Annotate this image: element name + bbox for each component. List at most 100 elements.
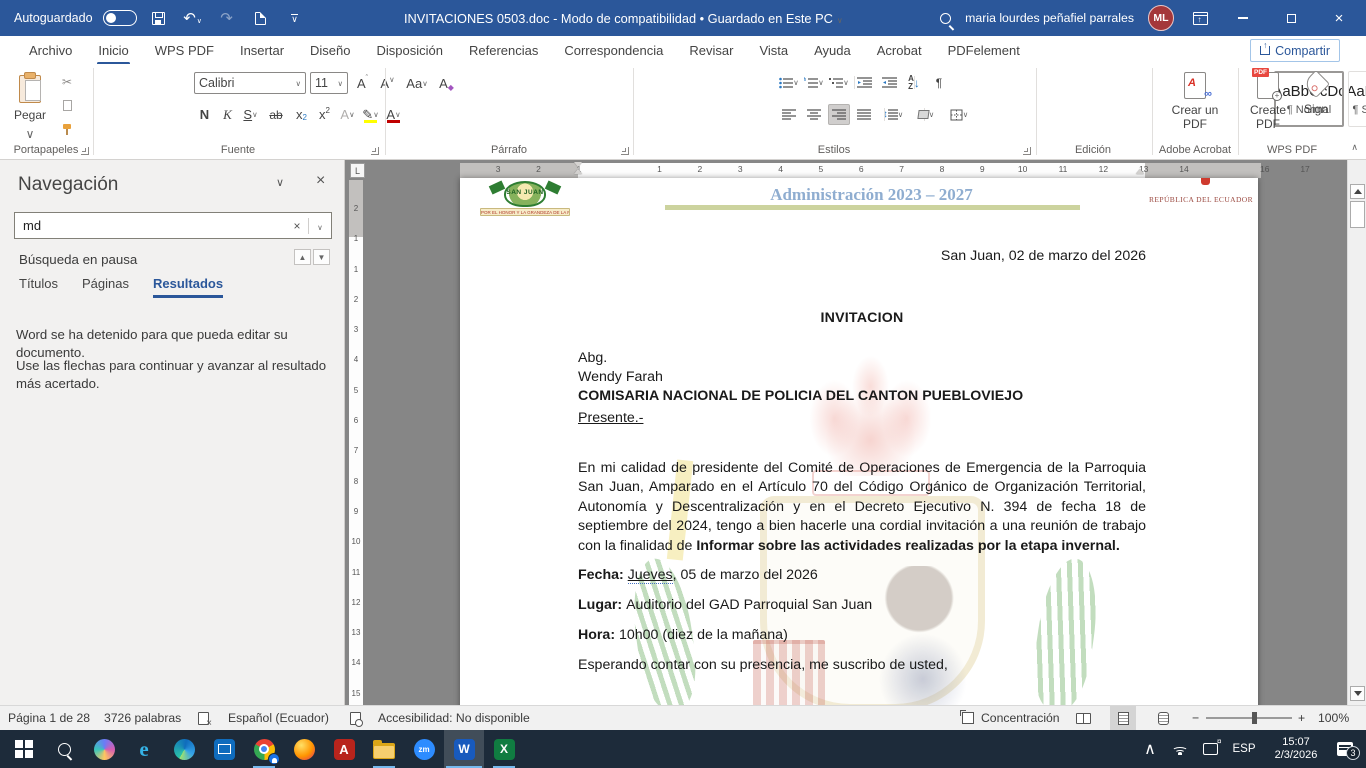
subscript-button[interactable]: x2 bbox=[291, 104, 312, 125]
tab-pdfelement[interactable]: PDFelement bbox=[935, 38, 1033, 63]
tab-diseno[interactable]: Diseño bbox=[297, 38, 363, 63]
superscript-button[interactable]: x2 bbox=[314, 104, 335, 125]
strikethrough-button[interactable]: ab bbox=[263, 104, 289, 125]
tab-insertar[interactable]: Insertar bbox=[227, 38, 297, 63]
zoom-in-button[interactable]: + bbox=[1298, 706, 1305, 730]
language-status[interactable]: Español (Ecuador) bbox=[228, 706, 329, 730]
vertical-scrollbar[interactable] bbox=[1347, 160, 1366, 705]
taskbar-excel[interactable]: X bbox=[484, 730, 524, 768]
vertical-ruler[interactable]: 2112345678910111213141516 bbox=[349, 180, 363, 705]
undo-button[interactable]: ↶∨ bbox=[181, 6, 205, 30]
document-title[interactable]: INVITACIONES 0503.doc - Modo de compatib… bbox=[307, 11, 941, 26]
grow-font-button[interactable]: Aˆ bbox=[352, 73, 373, 94]
taskbar-zoom[interactable]: zm bbox=[404, 730, 444, 768]
snip-tool-icon[interactable] bbox=[1196, 730, 1224, 768]
tab-wps-pdf[interactable]: WPS PDF bbox=[142, 38, 227, 63]
tab-correspondencia[interactable]: Correspondencia bbox=[551, 38, 676, 63]
highlight-button[interactable]: ✎∨ bbox=[360, 104, 381, 125]
tab-referencias[interactable]: Referencias bbox=[456, 38, 551, 63]
share-button[interactable]: Compartir bbox=[1250, 39, 1340, 62]
clock[interactable]: 15:072/3/2026 bbox=[1264, 730, 1328, 768]
underline-button[interactable]: S∨ bbox=[240, 104, 261, 125]
zoom-slider-thumb[interactable] bbox=[1252, 712, 1257, 724]
zoom-slider[interactable] bbox=[1206, 717, 1292, 719]
italic-button[interactable]: K bbox=[217, 104, 238, 125]
scrollbar-thumb[interactable] bbox=[1350, 201, 1365, 228]
new-document-button[interactable] bbox=[249, 6, 273, 30]
taskbar-search-button[interactable] bbox=[44, 730, 84, 768]
previous-result-button[interactable]: ▲ bbox=[294, 249, 311, 265]
taskbar-word[interactable]: W bbox=[444, 730, 484, 768]
web-layout-button[interactable] bbox=[1150, 706, 1176, 730]
taskbar-start-button[interactable] bbox=[4, 730, 44, 768]
style-sin-espaciado[interactable]: AaBbCcDc ¶ Sin espa... bbox=[1348, 71, 1366, 127]
minimize-button[interactable] bbox=[1226, 0, 1260, 36]
nav-tab-paginas[interactable]: Páginas bbox=[82, 276, 129, 298]
taskbar-internet-explorer[interactable]: e bbox=[124, 730, 164, 768]
nav-close-button[interactable]: × bbox=[316, 172, 325, 190]
nav-search-input[interactable] bbox=[15, 218, 286, 233]
page-info[interactable]: Página 1 de 28 bbox=[8, 706, 90, 730]
notification-center-button[interactable]: 3 bbox=[1330, 730, 1360, 768]
right-indent-marker[interactable] bbox=[1136, 169, 1144, 174]
tab-acrobat[interactable]: Acrobat bbox=[864, 38, 935, 63]
zoom-out-button[interactable]: − bbox=[1192, 706, 1199, 730]
language-indicator[interactable]: ESP bbox=[1226, 730, 1262, 768]
format-painter-button[interactable] bbox=[56, 120, 78, 139]
wps-sign-button[interactable]: Sign bbox=[1293, 74, 1339, 116]
taskbar-firefox[interactable] bbox=[284, 730, 324, 768]
paragraph-dialog-launcher[interactable] bbox=[621, 147, 629, 155]
ribbon-display-options-button[interactable] bbox=[1188, 6, 1212, 30]
copy-button[interactable] bbox=[56, 96, 78, 115]
create-pdf-button[interactable]: A∞ Crear un PDF bbox=[1166, 72, 1224, 131]
nav-collapse-button[interactable]: ∨ bbox=[276, 176, 284, 189]
accessibility-status[interactable]: Accesibilidad: No disponible bbox=[378, 706, 530, 730]
scroll-up-button[interactable] bbox=[1350, 184, 1365, 199]
editor-icon[interactable] bbox=[350, 706, 361, 730]
restore-button[interactable] bbox=[1274, 0, 1308, 36]
close-button[interactable]: × bbox=[1322, 0, 1356, 36]
read-mode-button[interactable] bbox=[1070, 706, 1096, 730]
paste-button[interactable]: Pegar ∨ bbox=[8, 70, 52, 148]
zoom-level[interactable]: 100% bbox=[1318, 706, 1349, 730]
autosave-toggle[interactable] bbox=[103, 10, 137, 26]
avatar[interactable]: ML bbox=[1148, 5, 1174, 31]
tab-inicio[interactable]: Inicio bbox=[85, 38, 141, 63]
nav-search-options-button[interactable]: ∨ bbox=[309, 219, 331, 233]
tab-vista[interactable]: Vista bbox=[746, 38, 801, 63]
quick-access-menu-button[interactable]: ∨ bbox=[283, 6, 307, 30]
scroll-down-button[interactable] bbox=[1350, 686, 1365, 701]
tab-archivo[interactable]: Archivo bbox=[16, 38, 85, 63]
taskbar-edge[interactable] bbox=[164, 730, 204, 768]
tab-revisar[interactable]: Revisar bbox=[676, 38, 746, 63]
hanging-indent-marker[interactable] bbox=[574, 169, 582, 174]
wifi-icon[interactable] bbox=[1166, 730, 1194, 768]
font-size-select[interactable]: 11∨ bbox=[310, 72, 348, 94]
focus-mode-button[interactable]: Concentración bbox=[962, 706, 1060, 730]
save-button[interactable] bbox=[147, 6, 171, 30]
taskbar-chrome[interactable] bbox=[244, 730, 284, 768]
first-line-indent-marker[interactable] bbox=[574, 162, 582, 167]
tray-expand-button[interactable]: ∧ bbox=[1136, 730, 1164, 768]
taskbar-copilot[interactable] bbox=[84, 730, 124, 768]
next-result-button[interactable]: ▼ bbox=[313, 249, 330, 265]
proofing-status-icon[interactable] bbox=[198, 706, 209, 730]
taskbar-acrobat[interactable]: A bbox=[324, 730, 364, 768]
document-page[interactable]: SAN JUAN POR EL HONOR Y LA GRANDEZA DE L… bbox=[460, 178, 1258, 705]
taskbar-file-explorer[interactable] bbox=[364, 730, 404, 768]
font-dialog-launcher[interactable] bbox=[371, 147, 379, 155]
tab-stop-selector[interactable]: L bbox=[350, 163, 365, 178]
nav-search-clear-button[interactable]: × bbox=[286, 219, 308, 233]
wps-create-pdf-button[interactable]: PDF+ Create PDF bbox=[1239, 72, 1297, 131]
tab-disposicion[interactable]: Disposición bbox=[364, 38, 456, 63]
tab-ayuda[interactable]: Ayuda bbox=[801, 38, 864, 63]
collapse-ribbon-button[interactable]: ∧ bbox=[1351, 142, 1358, 153]
nav-tab-titulos[interactable]: Títulos bbox=[19, 276, 58, 298]
bold-button[interactable]: N bbox=[194, 104, 215, 125]
taskbar-outlook[interactable] bbox=[204, 730, 244, 768]
word-count[interactable]: 3726 palabras bbox=[104, 706, 181, 730]
font-family-select[interactable]: Calibri∨ bbox=[194, 72, 306, 94]
redo-button[interactable]: ↷ bbox=[215, 6, 239, 30]
print-layout-button[interactable] bbox=[1110, 706, 1136, 730]
nav-tab-resultados[interactable]: Resultados bbox=[153, 276, 223, 298]
